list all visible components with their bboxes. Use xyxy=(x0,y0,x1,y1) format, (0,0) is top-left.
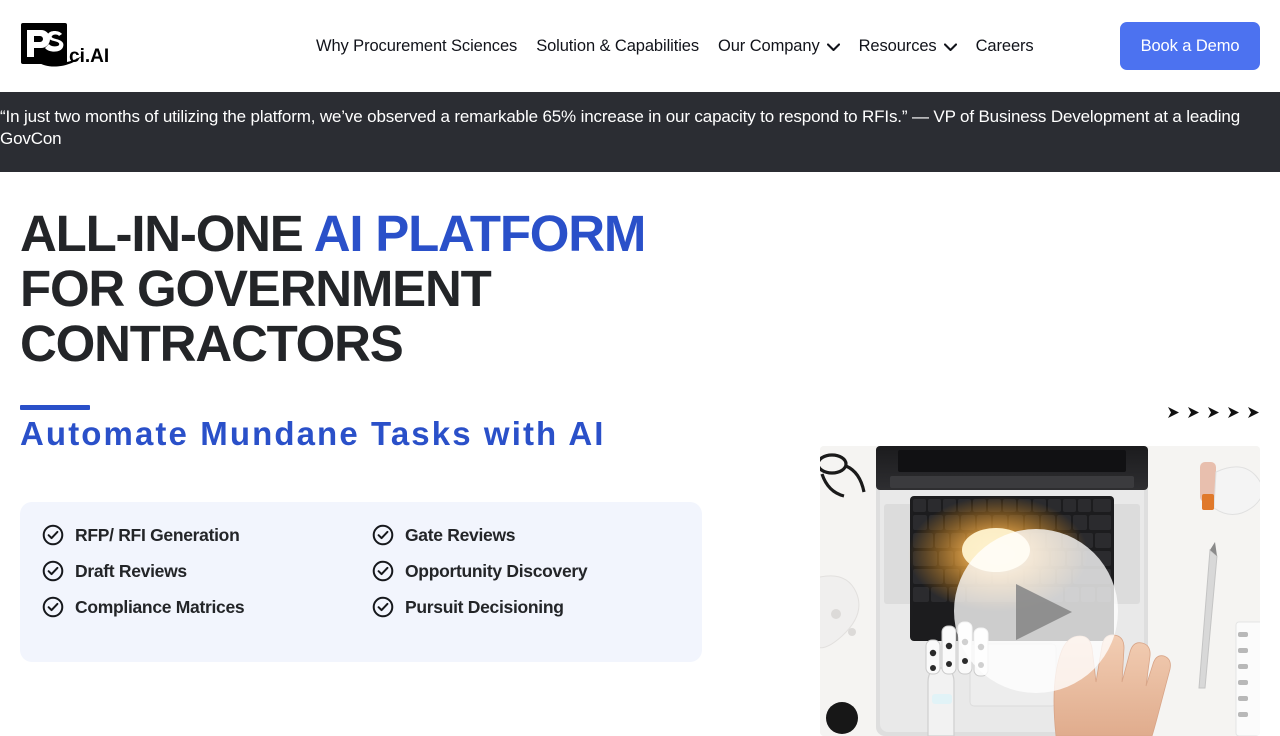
nav-item-solution-capabilities[interactable]: Solution & Capabilities xyxy=(536,37,699,56)
accent-rule xyxy=(20,405,90,410)
arrow-right-icon xyxy=(1247,406,1262,419)
main-navigation: Why Procurement Sciences Solution & Capa… xyxy=(316,0,1034,92)
arrow-decoration xyxy=(1167,406,1262,419)
check-circle-icon xyxy=(372,560,394,582)
site-header: ci.AI Why Procurement Sciences Solution … xyxy=(0,0,1280,92)
nav-label: Why Procurement Sciences xyxy=(316,36,518,55)
check-circle-icon xyxy=(42,524,64,546)
feature-label: RFP/ RFI Generation xyxy=(75,524,240,545)
video-poster-image xyxy=(820,446,1260,736)
nav-item-why-procurement-sciences[interactable]: Why Procurement Sciences xyxy=(316,37,517,56)
arrow-right-icon xyxy=(1167,406,1182,419)
psci-ai-logo[interactable]: ci.AI xyxy=(20,22,112,70)
nav-label: Careers xyxy=(975,36,1034,55)
testimonial-banner: “In just two months of utilizing the pla… xyxy=(0,92,1280,172)
check-circle-icon xyxy=(42,560,64,582)
list-item: Opportunity Discovery xyxy=(372,560,702,582)
chevron-down-icon xyxy=(943,43,957,51)
headline-line2: FOR GOVERNMENT xyxy=(20,260,492,317)
arrow-right-icon xyxy=(1207,406,1222,419)
book-a-demo-button[interactable]: Book a Demo xyxy=(1120,22,1260,70)
svg-text:ci.AI: ci.AI xyxy=(69,46,109,67)
list-item: Gate Reviews xyxy=(372,524,702,546)
check-circle-icon xyxy=(372,596,394,618)
feature-label: Draft Reviews xyxy=(75,560,187,581)
feature-label: Gate Reviews xyxy=(405,524,516,545)
nav-label: Resources xyxy=(858,36,937,55)
nav-label: Our Company xyxy=(718,36,820,55)
headline-line3: CONTRACTORS xyxy=(20,315,404,372)
nav-label: Solution & Capabilities xyxy=(536,36,699,55)
list-item: Draft Reviews xyxy=(42,560,372,582)
feature-column-right: Gate Reviews Opportunity Discovery Pursu… xyxy=(372,524,702,662)
headline-line1-dark: ALL-IN-ONE xyxy=(20,205,314,262)
play-button-icon xyxy=(954,529,1118,693)
page-title: ALL-IN-ONE AI PLATFORM FOR GOVERNMENT CO… xyxy=(20,206,780,371)
list-item: Pursuit Decisioning xyxy=(372,596,702,618)
check-circle-icon xyxy=(372,524,394,546)
hero-video-thumbnail[interactable] xyxy=(820,446,1260,736)
hero-section: ALL-IN-ONE AI PLATFORM FOR GOVERNMENT CO… xyxy=(0,172,1280,736)
headline-line1-accent: AI PLATFORM xyxy=(313,205,647,262)
feature-label: Compliance Matrices xyxy=(75,596,245,617)
nav-item-our-company[interactable]: Our Company xyxy=(718,37,840,56)
arrow-right-icon xyxy=(1227,406,1242,419)
feature-column-left: RFP/ RFI Generation Draft Reviews Compli… xyxy=(42,524,372,662)
list-item: Compliance Matrices xyxy=(42,596,372,618)
arrow-right-icon xyxy=(1187,406,1202,419)
feature-label: Opportunity Discovery xyxy=(405,560,588,581)
nav-item-resources[interactable]: Resources xyxy=(859,37,957,56)
feature-list-card: RFP/ RFI Generation Draft Reviews Compli… xyxy=(20,502,702,662)
check-circle-icon xyxy=(42,596,64,618)
feature-label: Pursuit Decisioning xyxy=(405,596,564,617)
list-item: RFP/ RFI Generation xyxy=(42,524,372,546)
hero-subheadline: Automate Mundane Tasks with AI xyxy=(20,415,606,452)
chevron-down-icon xyxy=(826,43,840,51)
nav-item-careers[interactable]: Careers xyxy=(976,37,1034,56)
